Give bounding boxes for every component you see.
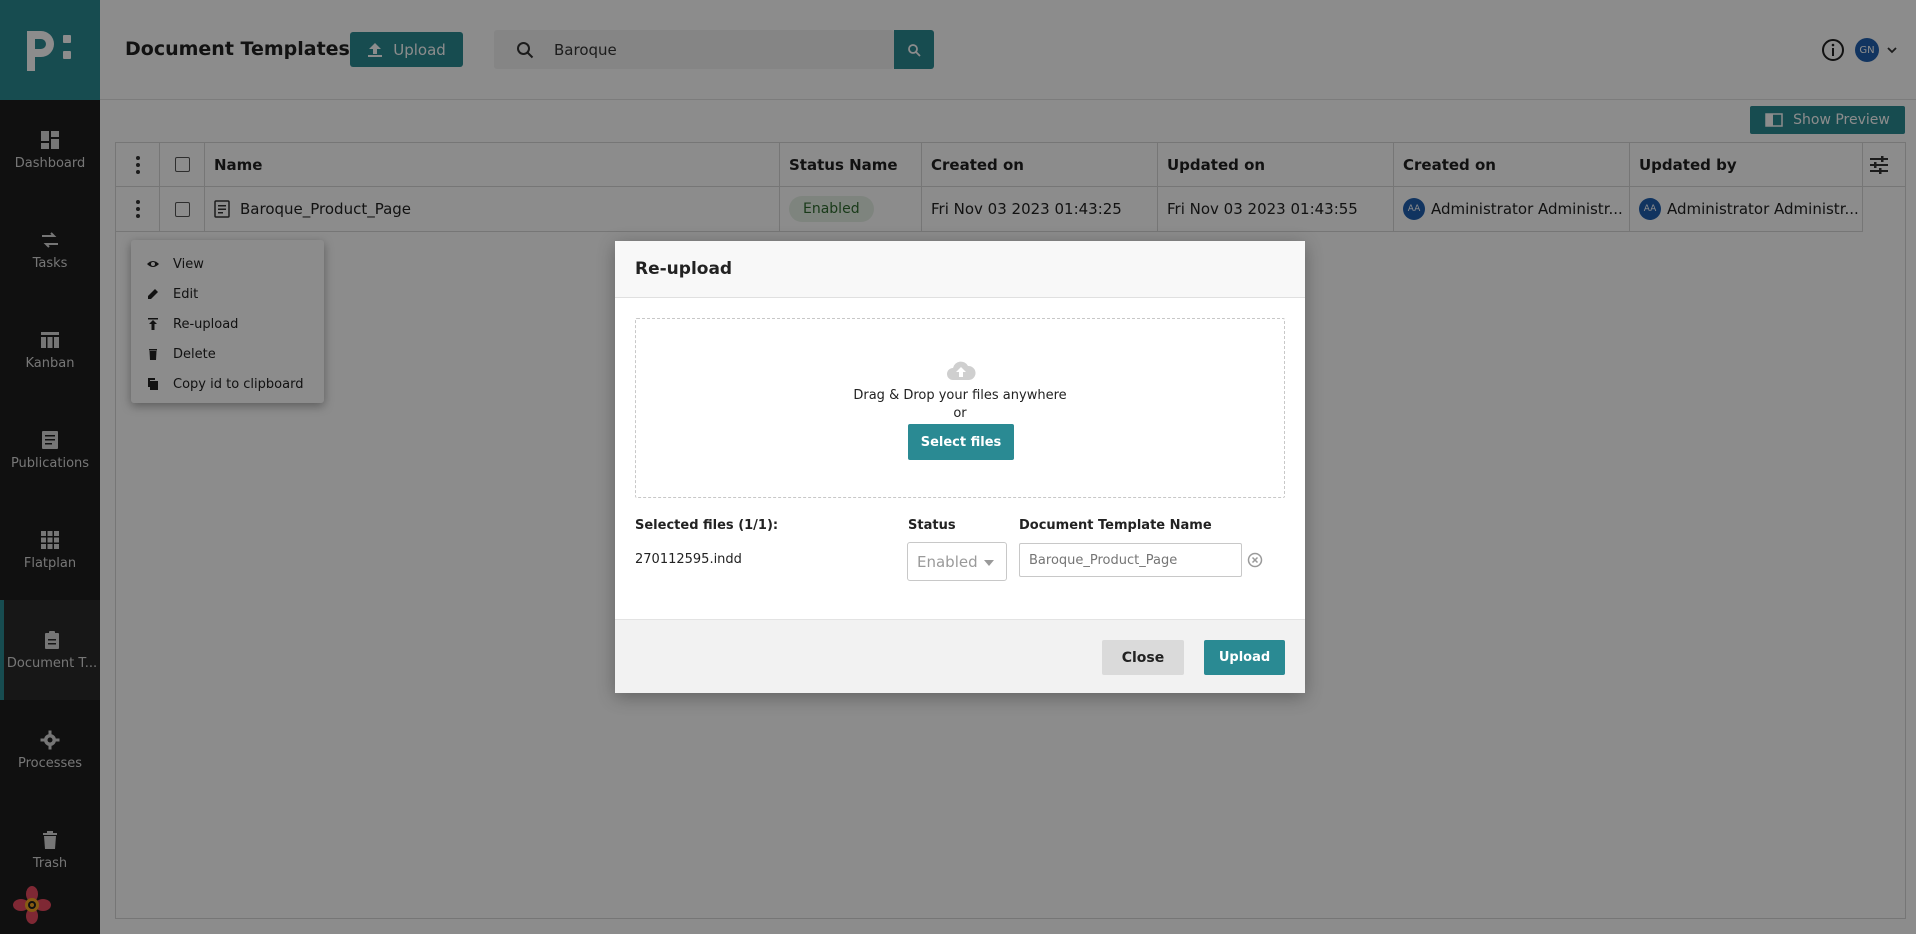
selected-file-name: 270112595.indd [635,552,742,567]
selected-files-label: Selected files (1/1): [635,518,779,533]
status-label: Status [908,518,956,533]
status-select-value: Enabled [917,553,978,571]
status-select[interactable]: Enabled [907,542,1007,581]
dropzone-text: Drag & Drop your files anywhere [853,388,1067,403]
remove-file-icon[interactable] [1247,552,1263,568]
upload-submit-button[interactable]: Upload [1204,640,1285,675]
close-button[interactable]: Close [1102,640,1184,675]
file-dropzone[interactable]: Drag & Drop your files anywhere or Selec… [635,318,1285,498]
reupload-dialog: Re-upload Drag & Drop your files anywher… [615,241,1305,693]
template-name-label: Document Template Name [1019,518,1212,533]
caret-down-icon [984,560,994,566]
template-name-input[interactable] [1019,543,1242,577]
dialog-footer: Close Upload [615,619,1305,693]
dropzone-or: or [953,406,967,421]
dialog-title: Re-upload [635,259,733,279]
dialog-header: Re-upload [615,241,1305,298]
select-files-button[interactable]: Select files [908,424,1014,460]
cloud-upload-icon [947,361,976,380]
